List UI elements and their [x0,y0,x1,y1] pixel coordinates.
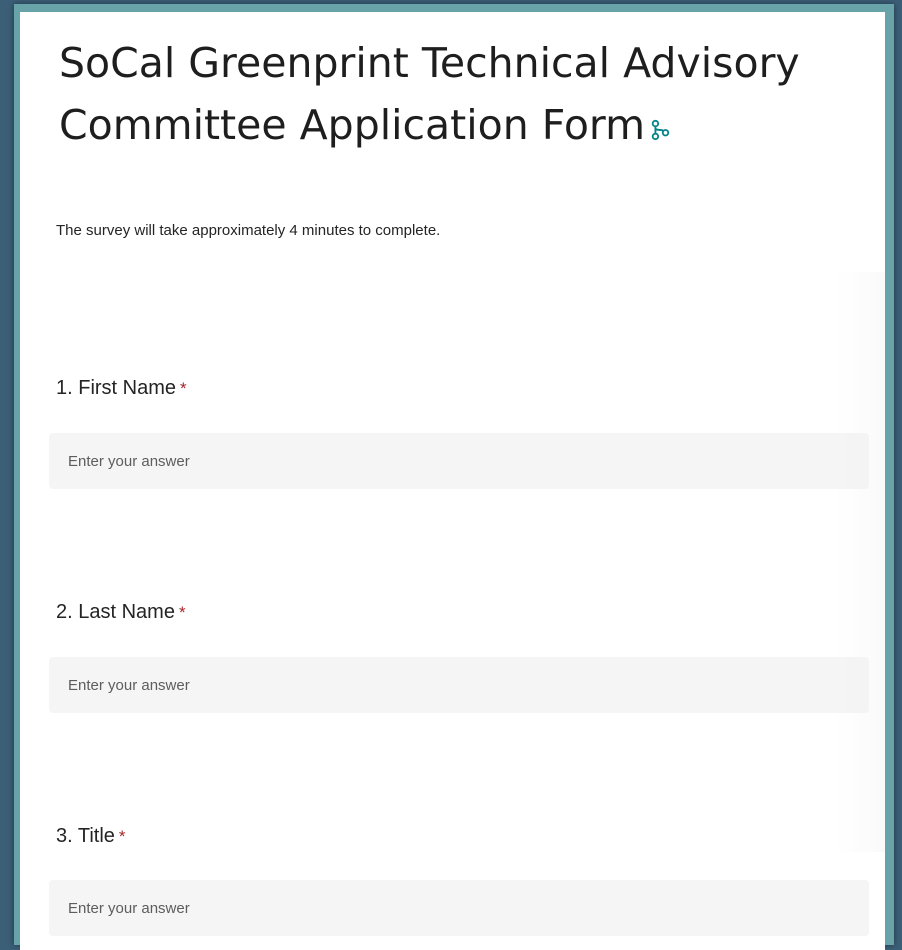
required-marker: * [118,827,126,846]
question-last-name: 2. Last Name * [56,600,186,624]
required-marker: * [178,603,186,622]
question-label: 1. First Name [56,377,177,399]
scroll-shadow [835,272,885,852]
question-label: 2. Last Name [56,601,175,623]
last-name-input[interactable] [49,657,869,713]
form-card: SoCal Greenprint Technical Advisory Comm… [20,12,885,950]
title-input[interactable] [49,880,869,936]
form-title: SoCal Greenprint Technical Advisory Comm… [59,32,885,156]
required-marker: * [180,379,187,398]
form-title-text: SoCal Greenprint Technical Advisory Comm… [59,39,800,149]
branch-icon [651,119,670,141]
first-name-input[interactable] [49,433,869,489]
question-title: 3. Title * [56,824,126,848]
question-first-name: 1. First Name * [56,376,187,400]
question-label: 3. Title [56,825,115,847]
form-description: The survey will take approximately 4 min… [56,222,441,239]
form-header: SoCal Greenprint Technical Advisory Comm… [59,32,885,156]
